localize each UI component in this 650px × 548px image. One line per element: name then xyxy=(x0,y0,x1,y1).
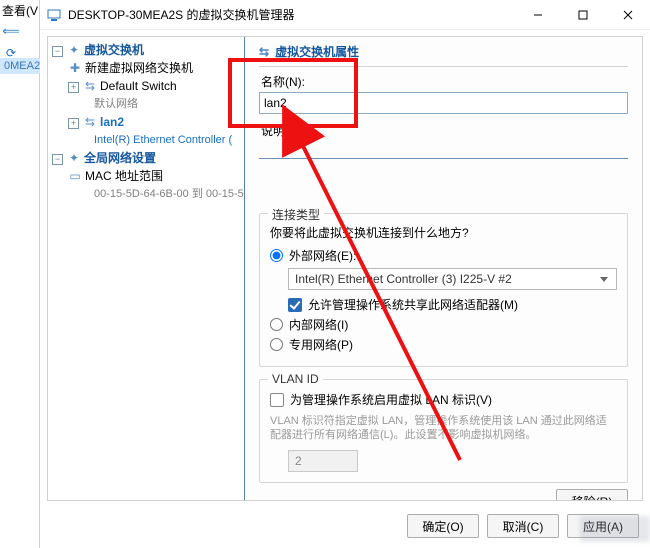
tree-lan2-sub: Intel(R) Ethernet Controller ( xyxy=(48,131,244,149)
tree-lan2[interactable]: lan2 xyxy=(100,115,124,129)
tree-new-switch[interactable]: 新建虚拟网络交换机 xyxy=(85,61,193,75)
window-title: DESKTOP-30MEA2S 的虚拟交换机管理器 xyxy=(68,6,515,23)
tree-section-global[interactable]: 全局网络设置 xyxy=(84,151,156,165)
external-adapter-combo[interactable]: Intel(R) Ethernet Controller (3) I225-V … xyxy=(288,268,617,290)
parent-app-strip: 查看(V ⟸ ⟳ 0MEA2S xyxy=(0,0,40,548)
description-input[interactable] xyxy=(259,141,628,159)
switch-tree[interactable]: −✦虚拟交换机 ✚新建虚拟网络交换机 +⇆Default Switch 默认网络… xyxy=(48,37,245,500)
close-button[interactable] xyxy=(605,0,650,30)
vlan-enable-checkbox[interactable] xyxy=(270,393,284,407)
new-switch-icon: ✚ xyxy=(68,60,82,76)
switch-icon: ⇆ xyxy=(83,114,97,130)
tree-mac-range[interactable]: MAC 地址范围 xyxy=(85,169,163,183)
back-icon[interactable]: ⟸ xyxy=(2,22,20,40)
name-input[interactable] xyxy=(259,92,628,114)
vlan-enable[interactable]: 为管理操作系统启用虚拟 LAN 标识(V) xyxy=(270,391,617,408)
tree-default-switch-sub: 默认网络 xyxy=(48,95,244,113)
switch-section-icon: ✦ xyxy=(67,42,81,58)
connection-type-group: 连接类型 你要将此虚拟交换机连接到什么地方? 外部网络(E): Intel(R)… xyxy=(259,213,628,367)
maximize-button[interactable] xyxy=(560,0,605,30)
tree-mac-range-sub: 00-15-5D-64-6B-00 到 00-15-5D-6… xyxy=(48,185,244,203)
vlan-enable-label: 为管理操作系统启用虚拟 LAN 标识(V) xyxy=(290,391,492,408)
vlan-legend: VLAN ID xyxy=(268,372,323,386)
radio-external-input[interactable] xyxy=(270,249,283,262)
collapse-icon[interactable]: − xyxy=(52,154,63,165)
external-adapter-value: Intel(R) Ethernet Controller (3) I225-V … xyxy=(295,272,512,286)
dialog-button-bar: 确定(O) 取消(C) 应用(A) xyxy=(47,514,643,538)
cancel-button[interactable]: 取消(C) xyxy=(487,514,559,538)
switch-properties-icon: ⇆ xyxy=(259,45,269,59)
menu-view-partial[interactable]: 查看(V xyxy=(2,2,38,19)
remove-button[interactable]: 移除(R) xyxy=(556,489,628,500)
vlan-group: VLAN ID 为管理操作系统启用虚拟 LAN 标识(V) VLAN 标识符指定… xyxy=(259,379,628,483)
allow-mgmt-share-checkbox[interactable] xyxy=(288,298,302,312)
divider xyxy=(259,66,628,67)
minimize-button[interactable] xyxy=(515,0,560,30)
expand-icon[interactable]: + xyxy=(68,82,79,93)
description-label: 说明(T): xyxy=(261,122,628,139)
tree-section-switches[interactable]: 虚拟交换机 xyxy=(84,43,144,57)
allow-mgmt-share[interactable]: 允许管理操作系统共享此网络适配器(M) xyxy=(288,296,617,313)
app-icon xyxy=(46,7,62,23)
switch-icon: ⇆ xyxy=(83,78,97,94)
tree-default-switch[interactable]: Default Switch xyxy=(100,79,177,93)
radio-external[interactable]: 外部网络(E): xyxy=(270,247,617,264)
watermark-smudge xyxy=(580,516,650,542)
name-label: 名称(N): xyxy=(261,73,628,90)
connection-question: 你要将此虚拟交换机连接到什么地方? xyxy=(270,224,617,241)
radio-internal-input[interactable] xyxy=(270,318,283,331)
titlebar: DESKTOP-30MEA2S 的虚拟交换机管理器 xyxy=(40,0,650,30)
collapse-icon[interactable]: − xyxy=(52,46,63,57)
vlan-help-text: VLAN 标识符指定虚拟 LAN，管理操作系统使用该 LAN 通过此网络适配器进… xyxy=(270,414,617,442)
connection-type-legend: 连接类型 xyxy=(268,206,324,223)
expand-icon[interactable]: + xyxy=(68,118,79,129)
radio-private-input[interactable] xyxy=(270,338,283,351)
radio-internal-label: 内部网络(I) xyxy=(289,316,348,333)
radio-external-label: 外部网络(E): xyxy=(289,247,356,264)
radio-private-label: 专用网络(P) xyxy=(289,336,353,353)
radio-internal[interactable]: 内部网络(I) xyxy=(270,316,617,333)
properties-header: 虚拟交换机属性 xyxy=(275,43,359,60)
properties-panel: ⇆ 虚拟交换机属性 名称(N): 说明(T): 连接类型 你要将此虚拟交换机连接… xyxy=(245,37,642,500)
allow-mgmt-share-label: 允许管理操作系统共享此网络适配器(M) xyxy=(308,296,518,313)
global-section-icon: ✦ xyxy=(67,150,81,166)
virtual-switch-manager-dialog: DESKTOP-30MEA2S 的虚拟交换机管理器 −✦虚拟交换机 ✚新建虚拟网… xyxy=(40,0,650,548)
vlan-id-field: 2 xyxy=(288,450,358,472)
radio-private[interactable]: 专用网络(P) xyxy=(270,336,617,353)
mac-range-icon: ▭ xyxy=(68,168,82,184)
ok-button[interactable]: 确定(O) xyxy=(407,514,479,538)
parent-selected-host[interactable]: 0MEA2S xyxy=(0,58,40,74)
